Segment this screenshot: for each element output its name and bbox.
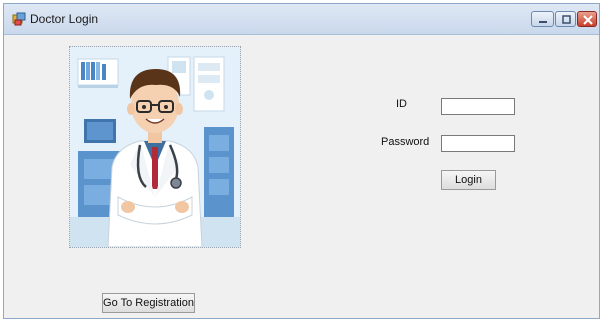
close-icon [583, 15, 593, 25]
doctor-illustration [69, 46, 241, 248]
title-bar[interactable]: Doctor Login [4, 4, 599, 35]
app-icon [12, 12, 26, 26]
id-label: ID [396, 98, 407, 110]
doctor-login-window: Doctor Login ID Password Login Go To Reg… [3, 3, 600, 319]
password-label: Password [381, 136, 430, 148]
maximize-button[interactable] [555, 11, 576, 27]
minimize-button[interactable] [531, 11, 554, 27]
window-title: Doctor Login [30, 12, 99, 26]
login-button[interactable]: Login [441, 170, 496, 190]
password-input[interactable] [441, 135, 515, 152]
form-client-area: ID Password Login Go To Registration [4, 35, 599, 318]
go-to-registration-button[interactable]: Go To Registration [102, 293, 195, 313]
minimize-icon [539, 21, 547, 23]
maximize-icon [562, 15, 571, 24]
id-input[interactable] [441, 98, 515, 115]
close-button[interactable] [577, 11, 597, 27]
